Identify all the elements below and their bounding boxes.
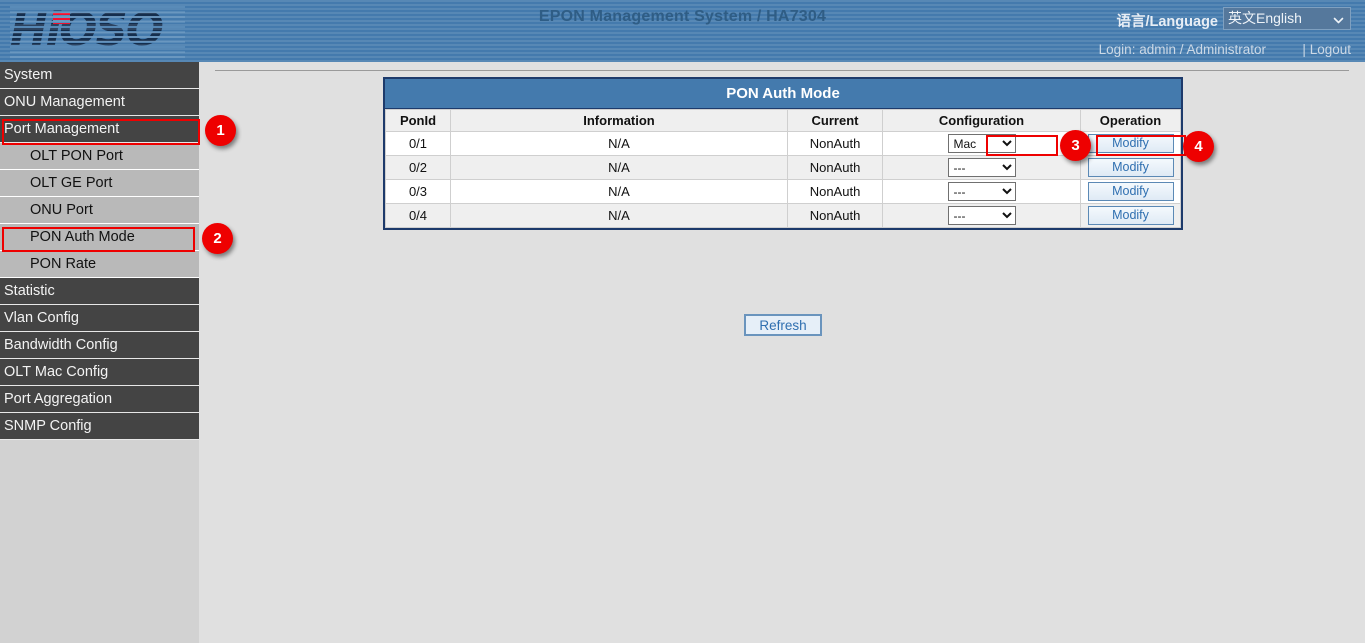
language-label: 语言/Language	[1116, 10, 1218, 31]
sidebar-item-label: Statistic	[4, 283, 55, 299]
annotation-badge-4: 4	[1183, 131, 1214, 162]
sidebar-item-label: Bandwidth Config	[4, 337, 118, 353]
sidebar-item-label: PON Rate	[30, 256, 96, 272]
sidebar-item-olt-mac-config[interactable]: OLT Mac Config	[0, 359, 199, 386]
sidebar-item-label: Port Aggregation	[4, 391, 112, 407]
sidebar-item-olt-ge-port[interactable]: OLT GE Port	[0, 170, 199, 197]
modify-button-row-3[interactable]: Modify	[1088, 182, 1174, 201]
logout-link[interactable]: Logout	[1310, 42, 1351, 57]
annotation-badge-3: 3	[1060, 130, 1091, 161]
sidebar-item-label: Port Management	[4, 121, 119, 137]
config-select-row-3[interactable]: ---	[948, 182, 1016, 201]
sidebar-item-statistic[interactable]: Statistic	[0, 278, 199, 305]
column-header-current: Current	[788, 110, 883, 132]
sidebar-item-port-aggregation[interactable]: Port Aggregation	[0, 386, 199, 413]
column-header-ponid: PonId	[386, 110, 451, 132]
modify-button-row-1[interactable]: Modify	[1088, 134, 1174, 153]
cell-information: N/A	[451, 156, 788, 180]
config-select-row-4[interactable]: ---	[948, 206, 1016, 225]
cell-configuration: ---	[883, 156, 1081, 180]
modify-button-row-2[interactable]: Modify	[1088, 158, 1174, 177]
sidebar-item-pon-auth-mode[interactable]: PON Auth Mode	[0, 224, 199, 251]
sidebar-item-olt-pon-port[interactable]: OLT PON Port	[0, 143, 199, 170]
login-info: Login: admin / Administrator	[1099, 42, 1266, 57]
refresh-button[interactable]: Refresh	[744, 314, 822, 336]
refresh-button-area: Refresh	[383, 314, 1183, 336]
sidebar-item-bandwidth-config[interactable]: Bandwidth Config	[0, 332, 199, 359]
sidebar-item-label: Vlan Config	[4, 310, 79, 326]
cell-configuration: ---	[883, 180, 1081, 204]
column-header-operation: Operation	[1081, 110, 1181, 132]
language-select-value: 英文English	[1228, 8, 1302, 29]
content-divider	[215, 70, 1349, 71]
cell-operation: Modify	[1081, 204, 1181, 228]
pon-auth-mode-table: PonId Information Current Configuration …	[385, 109, 1181, 228]
table-header-row: PonId Information Current Configuration …	[386, 110, 1181, 132]
sidebar-item-snmp-config[interactable]: SNMP Config	[0, 413, 199, 440]
cell-ponid: 0/2	[386, 156, 451, 180]
sidebar-item-vlan-config[interactable]: Vlan Config	[0, 305, 199, 332]
config-select-row-2[interactable]: ---	[948, 158, 1016, 177]
cell-operation: Modify	[1081, 132, 1181, 156]
page-header: HiOSO EPON Management System / HA7304 语言…	[0, 0, 1365, 62]
cell-configuration: Mac	[883, 132, 1081, 156]
column-header-configuration: Configuration	[883, 110, 1081, 132]
cell-configuration: ---	[883, 204, 1081, 228]
logout-separator: |	[1302, 42, 1306, 57]
cell-information: N/A	[451, 204, 788, 228]
cell-current: NonAuth	[788, 156, 883, 180]
logout-area: | Logout	[1302, 42, 1351, 57]
cell-information: N/A	[451, 132, 788, 156]
cell-current: NonAuth	[788, 204, 883, 228]
sidebar-item-label: ONU Port	[30, 202, 93, 218]
annotation-badge-2: 2	[202, 223, 233, 254]
annotation-badge-1: 1	[205, 115, 236, 146]
sidebar-item-label: PON Auth Mode	[30, 229, 135, 245]
table-row: 0/2 N/A NonAuth --- Modify	[386, 156, 1181, 180]
cell-current: NonAuth	[788, 132, 883, 156]
sidebar-item-system[interactable]: System	[0, 62, 199, 89]
cell-ponid: 0/4	[386, 204, 451, 228]
sidebar-item-label: OLT GE Port	[30, 175, 112, 191]
panel-title: PON Auth Mode	[385, 79, 1181, 109]
language-select[interactable]: 英文English	[1223, 7, 1351, 30]
sidebar-item-label: ONU Management	[4, 94, 125, 110]
sidebar-item-label: OLT Mac Config	[4, 364, 108, 380]
modify-button-row-4[interactable]: Modify	[1088, 206, 1174, 225]
cell-information: N/A	[451, 180, 788, 204]
cell-ponid: 0/1	[386, 132, 451, 156]
table-row: 0/3 N/A NonAuth --- Modify	[386, 180, 1181, 204]
sidebar-item-onu-port[interactable]: ONU Port	[0, 197, 199, 224]
cell-ponid: 0/3	[386, 180, 451, 204]
column-header-information: Information	[451, 110, 788, 132]
cell-current: NonAuth	[788, 180, 883, 204]
sidebar-item-pon-rate[interactable]: PON Rate	[0, 251, 199, 278]
sidebar-item-label: SNMP Config	[4, 418, 92, 434]
chevron-down-icon	[1333, 12, 1344, 33]
cell-operation: Modify	[1081, 156, 1181, 180]
sidebar-item-port-management[interactable]: Port Management	[0, 116, 199, 143]
config-select-row-1[interactable]: Mac	[948, 134, 1016, 153]
table-row: 0/4 N/A NonAuth --- Modify	[386, 204, 1181, 228]
sidebar-item-onu-management[interactable]: ONU Management	[0, 89, 199, 116]
sidebar-item-label: OLT PON Port	[30, 148, 123, 164]
cell-operation: Modify	[1081, 180, 1181, 204]
sidebar-nav: System ONU Management Port Management OL…	[0, 62, 199, 643]
sidebar-item-label: System	[4, 67, 52, 83]
